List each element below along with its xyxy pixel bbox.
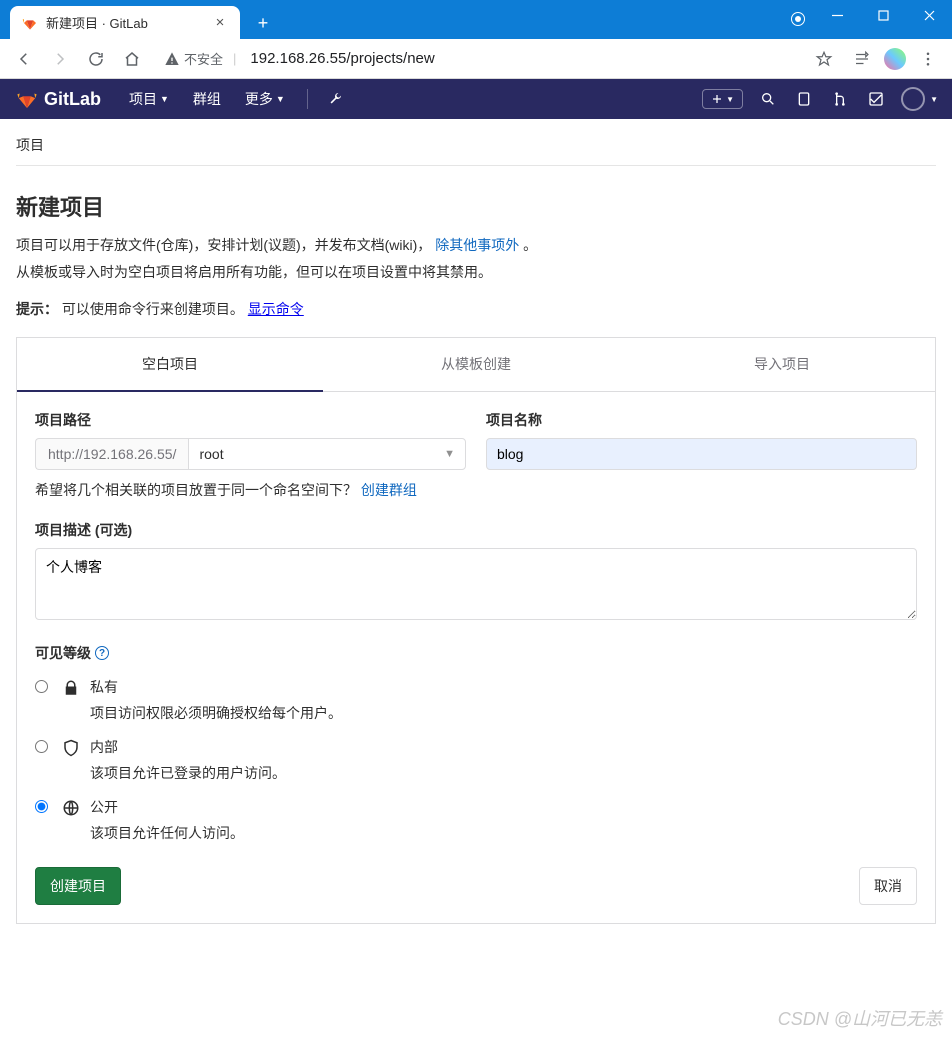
warning-icon bbox=[164, 51, 180, 67]
tab-favicon bbox=[22, 15, 38, 31]
other-matters-link[interactable]: 除其他事项外 bbox=[435, 237, 519, 253]
extension-icon[interactable] bbox=[884, 48, 906, 70]
nav-search-icon[interactable] bbox=[751, 82, 785, 116]
intro-block: 项目可以用于存放文件(仓库)，安排计划(议题)，并发布文档(wiki)， 除其他… bbox=[16, 232, 936, 285]
project-path-label: 项目路径 bbox=[35, 410, 466, 430]
security-status[interactable]: 不安全 | bbox=[156, 49, 244, 68]
nav-back-button[interactable] bbox=[8, 43, 40, 75]
group-hint-text: 希望将几个相关联的项目放置于同一个命名空间下？ bbox=[35, 482, 357, 498]
visibility-public-radio[interactable] bbox=[35, 800, 48, 813]
project-name-input[interactable] bbox=[486, 438, 917, 470]
window-minimize-icon[interactable] bbox=[814, 0, 860, 31]
tab-import-project[interactable]: 导入项目 bbox=[629, 338, 935, 391]
browser-tab[interactable]: 新建项目 · GitLab × bbox=[10, 6, 240, 39]
address-bar-input[interactable] bbox=[244, 46, 796, 71]
create-project-button[interactable]: 创建项目 bbox=[35, 867, 121, 905]
browser-menu-icon[interactable] bbox=[912, 43, 944, 75]
tab-close-icon[interactable]: × bbox=[212, 14, 228, 31]
project-name-label: 项目名称 bbox=[486, 410, 917, 430]
nav-separator bbox=[307, 89, 308, 109]
nav-merge-requests-icon[interactable] bbox=[823, 82, 857, 116]
lock-icon bbox=[62, 679, 80, 697]
nav-issues-icon[interactable] bbox=[787, 82, 821, 116]
tab-from-template[interactable]: 从模板创建 bbox=[323, 338, 629, 391]
gitlab-logo[interactable]: GitLab bbox=[0, 88, 117, 110]
new-tab-button[interactable]: + bbox=[250, 10, 276, 36]
reading-list-icon[interactable] bbox=[846, 43, 878, 75]
browser-toolbar: 不安全 | bbox=[0, 39, 952, 79]
nav-groups[interactable]: 群组 bbox=[181, 79, 233, 119]
help-icon[interactable]: ? bbox=[95, 646, 109, 660]
tip-row: 提示： 可以使用命令行来创建项目。 显示命令 bbox=[16, 299, 936, 319]
description-textarea[interactable]: 个人博客 bbox=[35, 548, 917, 620]
window-maximize-icon[interactable] bbox=[860, 0, 906, 31]
nav-todos-icon[interactable] bbox=[859, 82, 893, 116]
show-command-link[interactable]: 显示命令 bbox=[248, 301, 304, 317]
brand-text: GitLab bbox=[44, 89, 101, 110]
nav-projects[interactable]: 项目▼ bbox=[117, 79, 181, 119]
nav-reload-button[interactable] bbox=[80, 43, 112, 75]
nav-more[interactable]: 更多▼ bbox=[233, 79, 297, 119]
chevron-down-icon: ▼ bbox=[276, 94, 285, 104]
security-label: 不安全 bbox=[184, 49, 223, 68]
shield-icon bbox=[62, 739, 80, 757]
watermark-text: CSDN @山河已无恙 bbox=[778, 1005, 942, 1031]
user-avatar[interactable] bbox=[901, 87, 925, 111]
chevron-down-icon: ▼ bbox=[930, 95, 938, 104]
project-tabs: 空白项目 从模板创建 导入项目 bbox=[16, 337, 936, 391]
path-prefix: http://192.168.26.55/ bbox=[35, 438, 188, 470]
window-close-icon[interactable] bbox=[906, 0, 952, 31]
gitlab-logo-icon bbox=[16, 88, 38, 110]
tab-title: 新建项目 · GitLab bbox=[46, 13, 204, 32]
plus-icon bbox=[711, 93, 723, 105]
visibility-private-radio[interactable] bbox=[35, 680, 48, 693]
nav-home-button[interactable] bbox=[116, 43, 148, 75]
visibility-label: 可见等级 bbox=[35, 643, 91, 663]
description-label: 项目描述 (可选) bbox=[35, 520, 917, 540]
account-indicator-icon[interactable] bbox=[791, 12, 805, 26]
create-group-link[interactable]: 创建群组 bbox=[361, 482, 417, 498]
nav-forward-button[interactable] bbox=[44, 43, 76, 75]
chevron-down-icon: ▼ bbox=[726, 95, 734, 104]
nav-create-button[interactable]: ▼ bbox=[702, 89, 743, 109]
chevron-down-icon: ▼ bbox=[160, 94, 169, 104]
globe-icon bbox=[62, 799, 80, 817]
chevron-down-icon: ▼ bbox=[444, 448, 455, 460]
tab-blank-project[interactable]: 空白项目 bbox=[17, 338, 323, 392]
bookmark-star-icon[interactable] bbox=[808, 43, 840, 75]
cancel-button[interactable]: 取消 bbox=[859, 867, 917, 905]
gitlab-navbar: GitLab 项目▼ 群组 更多▼ ▼ ▼ bbox=[0, 79, 952, 119]
breadcrumb[interactable]: 项目 bbox=[16, 135, 936, 166]
visibility-internal-radio[interactable] bbox=[35, 740, 48, 753]
page-title: 新建项目 bbox=[16, 190, 936, 222]
admin-wrench-icon[interactable] bbox=[318, 82, 352, 116]
namespace-select[interactable]: root ▼ bbox=[188, 438, 466, 470]
form-panel: 项目路径 http://192.168.26.55/ root ▼ 希望将几个相… bbox=[16, 391, 936, 924]
browser-titlebar: 新建项目 · GitLab × + bbox=[0, 0, 952, 39]
